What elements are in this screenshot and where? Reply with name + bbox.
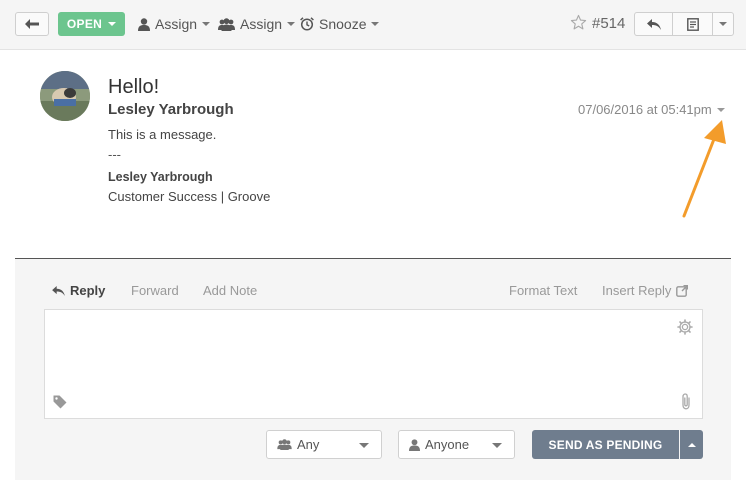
format-text-toggle[interactable]: Format Text xyxy=(509,283,577,298)
tab-reply-label: Reply xyxy=(70,283,106,298)
back-arrow-icon xyxy=(25,19,39,29)
signature-name: Lesley Yarbrough xyxy=(108,170,213,184)
assign-agent-dropdown[interactable]: Assign xyxy=(138,14,211,34)
top-toolbar: OPEN Assign Assign Snooze #514 xyxy=(0,0,746,50)
chevron-down-icon xyxy=(719,22,727,26)
insert-reply-label: Insert Reply xyxy=(602,283,672,298)
reply-button[interactable] xyxy=(635,13,673,35)
chevron-down-icon xyxy=(492,443,502,448)
tab-forward-label: Forward xyxy=(131,283,179,298)
composer-tabs: Reply Forward Add Note Format Text Inser… xyxy=(15,283,731,301)
more-actions-button[interactable] xyxy=(713,13,733,35)
assign-agent-label: Assign xyxy=(155,16,198,32)
reply-composer: Reply Forward Add Note Format Text Inser… xyxy=(15,258,731,480)
group-select-value: Any xyxy=(297,437,320,452)
insert-reply-button[interactable]: Insert Reply xyxy=(602,283,689,298)
signature-separator: --- xyxy=(108,147,121,162)
tag-icon[interactable] xyxy=(53,395,67,409)
tab-add-note[interactable]: Add Note xyxy=(203,283,257,298)
tab-reply[interactable]: Reply xyxy=(52,283,105,298)
assign-group-dropdown[interactable]: Assign xyxy=(218,14,296,34)
agent-select-value: Anyone xyxy=(425,437,470,452)
user-icon xyxy=(138,17,150,31)
paperclip-icon[interactable] xyxy=(680,393,692,410)
send-as-pending-button[interactable]: SEND AS PENDING xyxy=(532,430,679,459)
reply-icon xyxy=(646,18,661,30)
message-text: This is a message. xyxy=(108,127,217,142)
chevron-down-icon xyxy=(359,443,369,448)
back-button[interactable] xyxy=(15,12,49,36)
message-body: This is a message. --- Lesley Yarbrough … xyxy=(108,125,270,207)
chevron-down-icon xyxy=(202,22,211,26)
chevron-down-icon xyxy=(108,22,117,26)
conversation-view: OPEN Assign Assign Snooze #514 Hello! Le… xyxy=(0,0,746,488)
alarm-clock-icon xyxy=(300,17,314,31)
external-link-icon xyxy=(676,284,689,297)
status-label: OPEN xyxy=(66,17,103,31)
reply-editor[interactable] xyxy=(44,309,703,419)
user-icon xyxy=(409,438,420,451)
note-icon xyxy=(686,17,699,31)
group-icon xyxy=(218,17,235,31)
group-icon xyxy=(277,439,292,450)
chevron-down-icon xyxy=(287,22,296,26)
snooze-dropdown[interactable]: Snooze xyxy=(300,14,380,34)
send-options-button[interactable] xyxy=(680,430,703,459)
star-icon[interactable] xyxy=(570,14,587,31)
tab-add-note-label: Add Note xyxy=(203,283,258,298)
chevron-up-icon xyxy=(687,442,696,447)
status-dropdown-button[interactable]: OPEN xyxy=(58,12,125,36)
annotation-arrow-icon xyxy=(682,120,726,218)
agent-select[interactable]: Anyone xyxy=(398,430,515,459)
group-select[interactable]: Any xyxy=(266,430,382,459)
message-author: Lesley Yarbrough xyxy=(108,101,234,118)
format-text-label: Format Text xyxy=(509,283,578,298)
note-button[interactable] xyxy=(673,13,713,35)
chevron-down-icon xyxy=(371,22,380,26)
avatar xyxy=(40,71,90,121)
snooze-label: Snooze xyxy=(319,16,367,32)
action-button-group xyxy=(634,12,734,36)
tab-forward[interactable]: Forward xyxy=(131,283,179,298)
reply-icon xyxy=(52,285,65,296)
gear-icon[interactable] xyxy=(677,319,693,335)
message-subject: Hello! xyxy=(108,76,160,98)
signature-title: Customer Success | Groove xyxy=(108,189,271,204)
assign-group-label: Assign xyxy=(240,16,283,32)
ticket-number: #514 xyxy=(592,15,626,32)
